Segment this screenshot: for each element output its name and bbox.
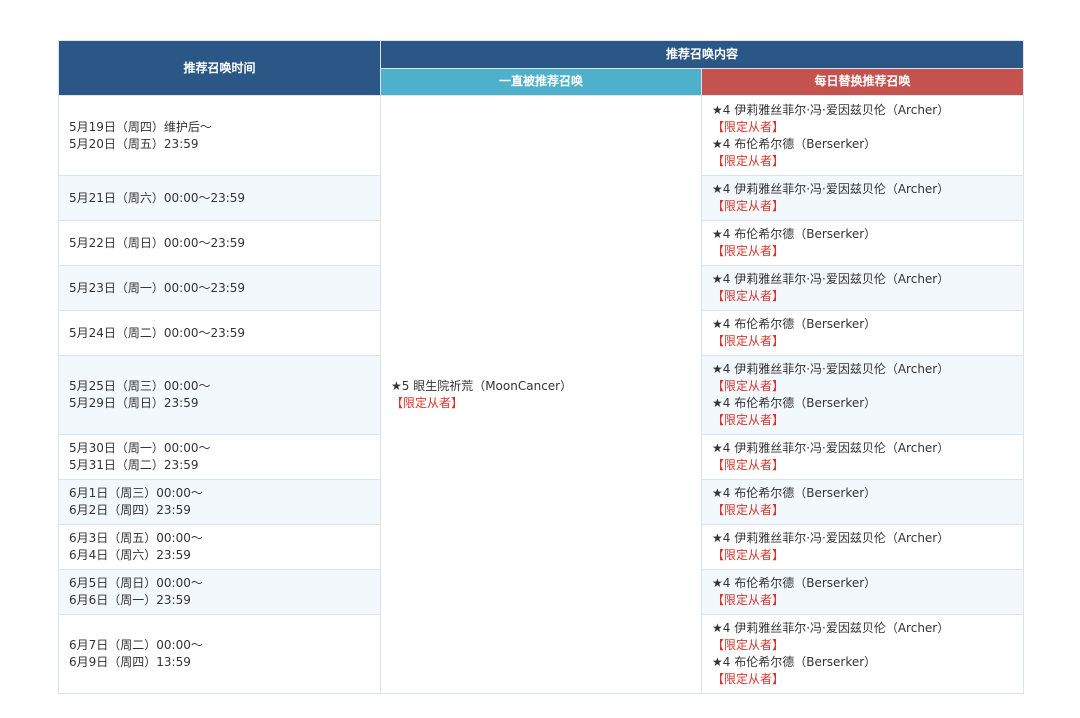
limited-tag: 【限定从者】 [712, 379, 785, 393]
cell-daily-servants: ★4 伊莉雅丝菲尔·冯·爱因兹贝伦（Archer） 【限定从者】 ★4 布伦希尔德（… [700, 614, 1025, 694]
limited-tag: 【限定从者】 [712, 413, 785, 427]
limited-tag: 【限定从者】 [712, 244, 785, 258]
cell-time: 5月24日（周二）00:00～23:59 [58, 310, 381, 356]
summon-schedule: 推荐召唤时间 推荐召唤内容 一直被推荐召唤 每日替换推荐召唤 5月19日（周四）… [58, 40, 1025, 694]
cell-time: 6月7日（周二）00:00～ 6月9日（周四）13:59 [58, 614, 381, 694]
cell-time: 6月5日（周日）00:00～ 6月6日（周一）23:59 [58, 569, 381, 615]
header-daily: 每日替换推荐召唤 [700, 67, 1025, 96]
time-line: 5月21日（周六）00:00～23:59 [69, 190, 246, 205]
time-line: 5月24日（周二）00:00～23:59 [69, 325, 246, 340]
limited-tag: 【限定从者】 [712, 458, 785, 472]
limited-tag: 【限定从者】 [712, 153, 785, 168]
servant-name: ★5 眼生院祈荒（MoonCancer） [391, 378, 573, 393]
limited-tag: 【限定从者】 [712, 503, 785, 517]
cell-daily-servants: ★4 布伦希尔德（Berserker） 【限定从者】 [700, 569, 1025, 615]
servant-name: ★4 伊莉雅丝菲尔·冯·爱因兹贝伦（Archer） [712, 441, 950, 455]
time-line: 6月5日（周日）00:00～ [69, 576, 203, 590]
header-content: 推荐召唤内容 [379, 40, 1025, 69]
cell-daily-servants: ★4 伊莉雅丝菲尔·冯·爱因兹贝伦（Archer） 【限定从者】 [700, 434, 1025, 480]
limited-tag: 【限定从者】 [712, 199, 785, 213]
time-line: 5月23日（周一）00:00～23:59 [69, 280, 246, 295]
time-line: 5月25日（周三）00:00～ [69, 379, 211, 393]
limited-tag: 【限定从者】 [712, 334, 785, 348]
time-line: 5月31日（周二）23:59 [69, 458, 199, 472]
servant-name: ★4 布伦希尔德（Berserker） [712, 136, 877, 151]
header-fixed: 一直被推荐召唤 [380, 67, 702, 96]
cell-time: 6月3日（周五）00:00～ 6月4日（周六）23:59 [58, 524, 381, 570]
servant-name: ★4 布伦希尔德（Berserker） [712, 655, 877, 669]
summon-table: 推荐召唤时间 推荐召唤内容 一直被推荐召唤 每日替换推荐召唤 5月19日（周四）… [58, 40, 1025, 694]
table-row: 5月19日（周四）维护后～ 5月20日（周五）23:59 ★5 眼生院祈荒（Moon… [58, 95, 1025, 694]
time-line: 5月20日（周五）23:59 [69, 136, 199, 151]
time-line: 6月3日（周五）00:00～ [69, 531, 203, 545]
limited-tag: 【限定从者】 [712, 638, 785, 652]
limited-tag: 【限定从者】 [712, 119, 785, 134]
time-line: 5月29日（周日）23:59 [69, 396, 199, 410]
time-line: 5月19日（周四）维护后～ [69, 119, 212, 134]
servant-name: ★4 布伦希尔德（Berserker） [712, 227, 877, 241]
time-line: 5月30日（周一）00:00～ [69, 441, 211, 455]
cell-time: 5月21日（周六）00:00～23:59 [58, 175, 381, 221]
cell-daily-servants: ★4 布伦希尔德（Berserker） 【限定从者】 [700, 479, 1025, 525]
limited-tag: 【限定从者】 [712, 593, 785, 607]
cell-daily-servants: ★4 布伦希尔德（Berserker） 【限定从者】 [700, 310, 1025, 356]
cell-daily-servants: ★4 伊莉雅丝菲尔·冯·爱因兹贝伦（Archer） 【限定从者】 [700, 175, 1025, 221]
servant-name: ★4 伊莉雅丝菲尔·冯·爱因兹贝伦（Archer） [712, 531, 950, 545]
cell-daily-servants: ★4 伊莉雅丝菲尔·冯·爱因兹贝伦（Archer） 【限定从者】 [700, 524, 1025, 570]
time-line: 6月4日（周六）23:59 [69, 548, 191, 562]
limited-tag: 【限定从者】 [712, 548, 785, 562]
servant-name: ★4 伊莉雅丝菲尔·冯·爱因兹贝伦（Archer） [712, 272, 950, 286]
time-line: 6月7日（周二）00:00～ [69, 638, 203, 652]
time-line: 6月6日（周一）23:59 [69, 593, 191, 607]
time-line: 6月9日（周四）13:59 [69, 655, 191, 669]
time-line: 6月2日（周四）23:59 [69, 503, 191, 517]
cell-time: 5月25日（周三）00:00～ 5月29日（周日）23:59 [58, 355, 381, 435]
servant-name: ★4 伊莉雅丝菲尔·冯·爱因兹贝伦（Archer） [712, 102, 950, 117]
cell-daily-servants: ★4 伊莉雅丝菲尔·冯·爱因兹贝伦（Archer） 【限定从者】 ★4 布伦希尔德（… [700, 95, 1025, 176]
servant-name: ★4 伊莉雅丝菲尔·冯·爱因兹贝伦（Archer） [712, 621, 950, 635]
limited-tag: 【限定从者】 [712, 672, 785, 686]
cell-time: 5月23日（周一）00:00～23:59 [58, 265, 381, 311]
table-body: 5月19日（周四）维护后～ 5月20日（周五）23:59 ★5 眼生院祈荒（Moon… [58, 95, 1025, 694]
cell-daily-servants: ★4 伊莉雅丝菲尔·冯·爱因兹贝伦（Archer） 【限定从者】 [700, 265, 1025, 311]
limited-tag: 【限定从者】 [391, 395, 464, 410]
servant-name: ★4 布伦希尔德（Berserker） [712, 576, 877, 590]
cell-daily-servants: ★4 布伦希尔德（Berserker） 【限定从者】 [700, 220, 1025, 266]
servant-name: ★4 布伦希尔德（Berserker） [712, 486, 877, 500]
cell-fixed-servant: ★5 眼生院祈荒（MoonCancer） 【限定从者】 [380, 95, 702, 694]
cell-time: 6月1日（周三）00:00～ 6月2日（周四）23:59 [58, 479, 381, 525]
servant-name: ★4 布伦希尔德（Berserker） [712, 317, 877, 331]
servant-name: ★4 伊莉雅丝菲尔·冯·爱因兹贝伦（Archer） [712, 182, 950, 196]
servant-name: ★4 伊莉雅丝菲尔·冯·爱因兹贝伦（Archer） [712, 362, 950, 376]
header-time: 推荐召唤时间 [58, 40, 381, 96]
time-line: 6月1日（周三）00:00～ [69, 486, 203, 500]
cell-daily-servants: ★4 伊莉雅丝菲尔·冯·爱因兹贝伦（Archer） 【限定从者】 ★4 布伦希尔德（… [700, 355, 1025, 435]
cell-time: 5月22日（周日）00:00～23:59 [58, 220, 381, 266]
limited-tag: 【限定从者】 [712, 289, 785, 303]
cell-time: 5月19日（周四）维护后～ 5月20日（周五）23:59 [58, 95, 381, 176]
time-line: 5月22日（周日）00:00～23:59 [69, 235, 246, 250]
servant-name: ★4 布伦希尔德（Berserker） [712, 396, 877, 410]
cell-time: 5月30日（周一）00:00～ 5月31日（周二）23:59 [58, 434, 381, 480]
